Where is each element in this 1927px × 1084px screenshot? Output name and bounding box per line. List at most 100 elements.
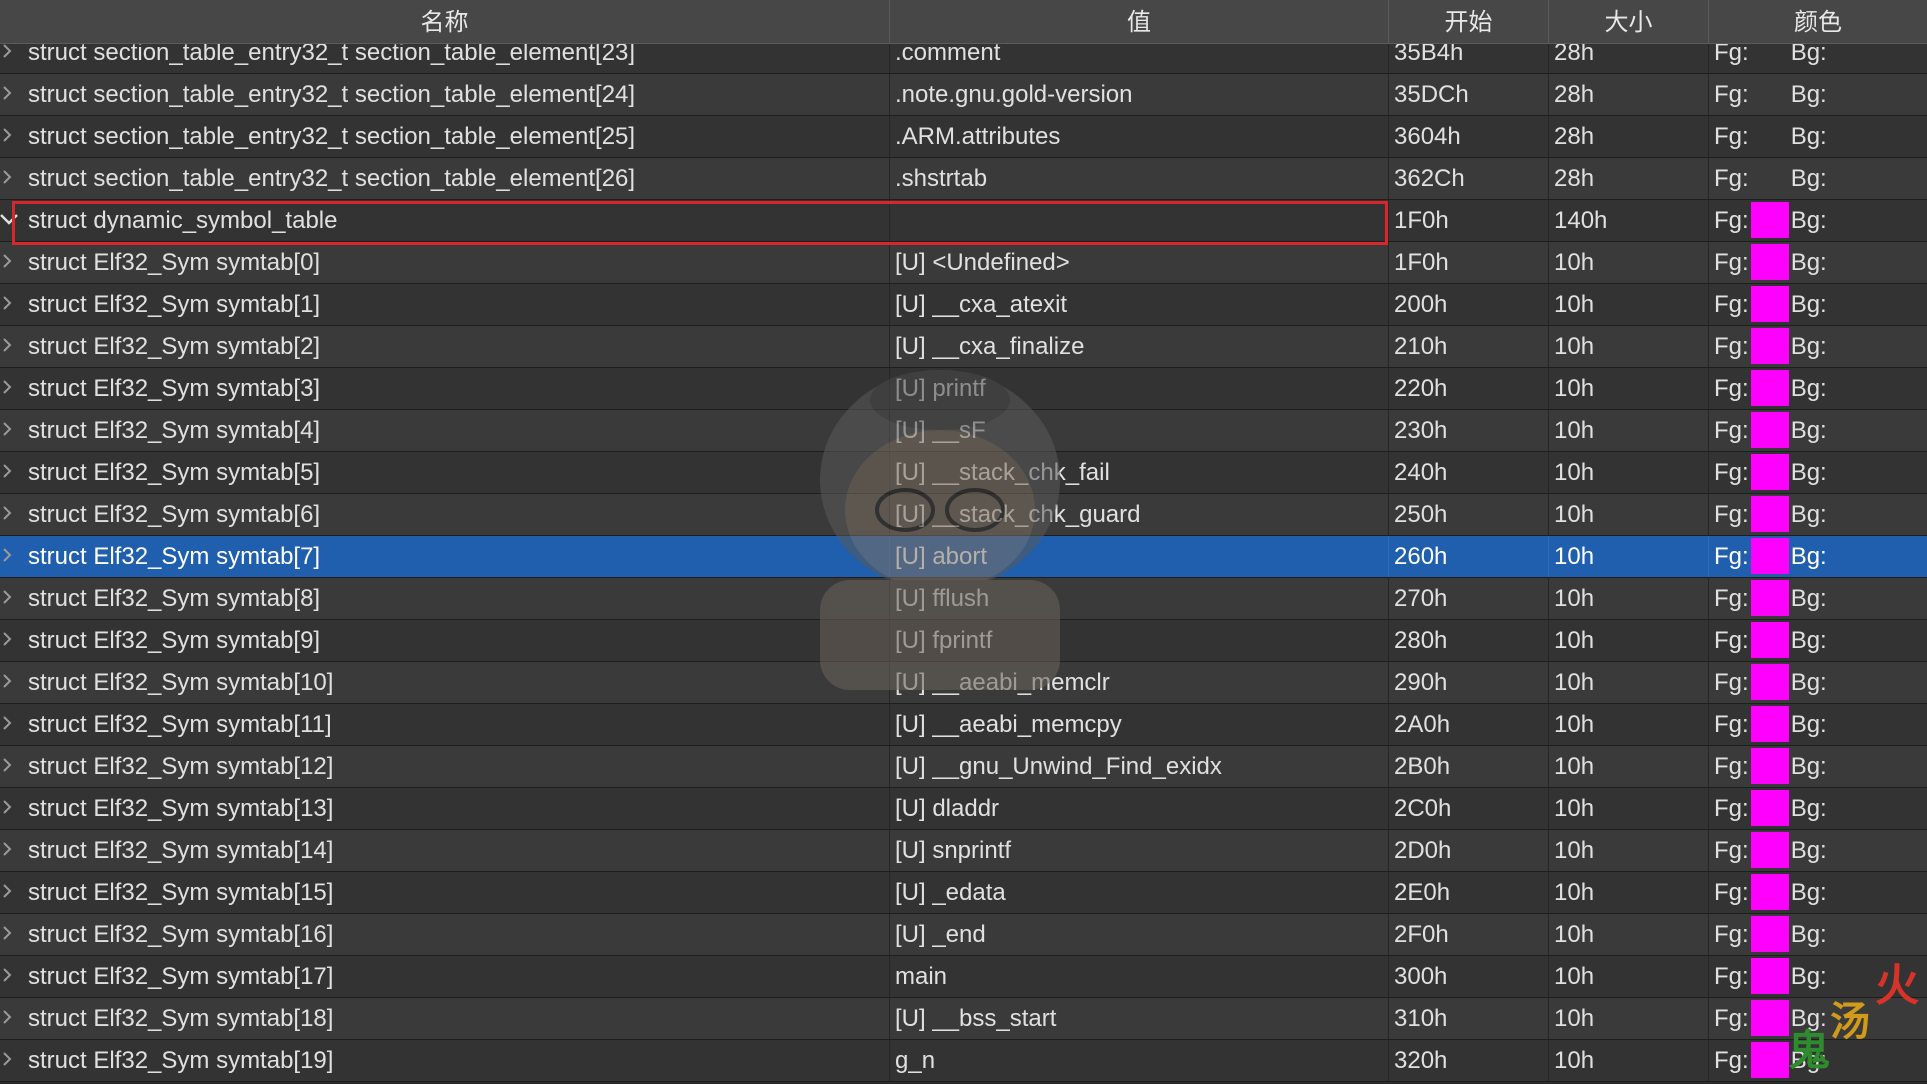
chevron-right-icon[interactable]	[0, 547, 14, 562]
fg-color-swatch[interactable]	[1750, 663, 1789, 700]
start-cell[interactable]: 200h	[1389, 284, 1549, 325]
start-cell[interactable]: 2C0h	[1389, 788, 1549, 829]
value-cell[interactable]	[890, 200, 1389, 241]
size-cell[interactable]: 28h	[1549, 74, 1709, 115]
column-header-color[interactable]: 颜色	[1709, 0, 1927, 44]
color-cell[interactable]: Fg: Bg:	[1709, 956, 1927, 997]
name-cell[interactable]: struct Elf32_Sym symtab[17]	[0, 956, 890, 997]
color-cell[interactable]: Fg: Bg:	[1709, 44, 1927, 73]
fg-color-swatch[interactable]	[1750, 411, 1789, 448]
color-cell[interactable]: Fg: Bg:	[1709, 662, 1927, 703]
fg-color-swatch[interactable]	[1750, 705, 1789, 742]
color-cell[interactable]: Fg: Bg:	[1709, 242, 1927, 283]
fg-color-swatch[interactable]	[1750, 537, 1789, 574]
chevron-right-icon[interactable]	[0, 757, 14, 772]
start-cell[interactable]: 220h	[1389, 368, 1549, 409]
size-cell[interactable]: 10h	[1549, 326, 1709, 367]
start-cell[interactable]: 2A0h	[1389, 704, 1549, 745]
start-cell[interactable]: 260h	[1389, 536, 1549, 577]
color-cell[interactable]: Fg: Bg:	[1709, 746, 1927, 787]
name-cell[interactable]: struct Elf32_Sym symtab[11]	[0, 704, 890, 745]
chevron-right-icon[interactable]	[0, 44, 14, 58]
size-cell[interactable]: 10h	[1549, 956, 1709, 997]
table-row[interactable]: struct Elf32_Sym symtab[12] [U] __gnu_Unw…	[0, 746, 1927, 788]
table-row[interactable]: struct Elf32_Sym symtab[4] [U] __sF 230h 10…	[0, 410, 1927, 452]
size-cell[interactable]: 28h	[1549, 116, 1709, 157]
fg-color-swatch[interactable]	[1750, 495, 1789, 532]
fg-color-swatch[interactable]	[1750, 243, 1789, 280]
start-cell[interactable]: 290h	[1389, 662, 1549, 703]
start-cell[interactable]: 3604h	[1389, 116, 1549, 157]
size-cell[interactable]: 10h	[1549, 578, 1709, 619]
value-cell[interactable]: [U] fprintf	[890, 620, 1389, 661]
color-cell[interactable]: Fg: Bg:	[1709, 452, 1927, 493]
name-cell[interactable]: struct Elf32_Sym symtab[13]	[0, 788, 890, 829]
name-cell[interactable]: struct Elf32_Sym symtab[12]	[0, 746, 890, 787]
size-cell[interactable]: 28h	[1549, 158, 1709, 199]
start-cell[interactable]: 2D0h	[1389, 830, 1549, 871]
value-cell[interactable]: g_n	[890, 1040, 1389, 1081]
size-cell[interactable]: 10h	[1549, 830, 1709, 871]
size-cell[interactable]: 10h	[1549, 536, 1709, 577]
color-cell[interactable]: Fg: Bg:	[1709, 494, 1927, 535]
chevron-right-icon[interactable]	[0, 421, 14, 436]
color-cell[interactable]: Fg: Bg:	[1709, 536, 1927, 577]
start-cell[interactable]: 2F0h	[1389, 914, 1549, 955]
fg-color-swatch[interactable]	[1750, 579, 1789, 616]
start-cell[interactable]: 2B0h	[1389, 746, 1549, 787]
fg-color-swatch[interactable]	[1750, 831, 1789, 868]
start-cell[interactable]: 280h	[1389, 620, 1549, 661]
name-cell[interactable]: struct Elf32_Sym symtab[19]	[0, 1040, 890, 1081]
color-cell[interactable]: Fg: Bg:	[1709, 410, 1927, 451]
value-cell[interactable]: [U] dladdr	[890, 788, 1389, 829]
value-cell[interactable]: .shstrtab	[890, 158, 1389, 199]
chevron-right-icon[interactable]	[0, 295, 14, 310]
value-cell[interactable]: main	[890, 956, 1389, 997]
fg-color-swatch[interactable]	[1750, 747, 1789, 784]
table-row[interactable]: struct section_table_entry32_t section_t…	[0, 74, 1927, 116]
value-cell[interactable]: [U] __sF	[890, 410, 1389, 451]
value-cell[interactable]: [U] <Undefined>	[890, 242, 1389, 283]
table-row[interactable]: struct Elf32_Sym symtab[5] [U] __stack_ch…	[0, 452, 1927, 494]
start-cell[interactable]: 1F0h	[1389, 242, 1549, 283]
size-cell[interactable]: 10h	[1549, 788, 1709, 829]
table-row[interactable]: struct Elf32_Sym symtab[7] [U] abort 260h 1…	[0, 536, 1927, 578]
value-cell[interactable]: [U] printf	[890, 368, 1389, 409]
value-cell[interactable]: [U] abort	[890, 536, 1389, 577]
size-cell[interactable]: 10h	[1549, 746, 1709, 787]
chevron-right-icon[interactable]	[0, 799, 14, 814]
chevron-down-icon[interactable]	[0, 212, 18, 226]
name-cell[interactable]: struct Elf32_Sym symtab[3]	[0, 368, 890, 409]
chevron-right-icon[interactable]	[0, 379, 14, 394]
name-cell[interactable]: struct Elf32_Sym symtab[10]	[0, 662, 890, 703]
table-row[interactable]: struct section_table_entry32_t section_t…	[0, 116, 1927, 158]
start-cell[interactable]: 250h	[1389, 494, 1549, 535]
value-cell[interactable]: [U] __gnu_Unwind_Find_exidx	[890, 746, 1389, 787]
name-cell[interactable]: struct dynamic_symbol_table	[0, 200, 890, 241]
value-cell[interactable]: [U] __cxa_atexit	[890, 284, 1389, 325]
color-cell[interactable]: Fg: Bg:	[1709, 74, 1927, 115]
table-row[interactable]: struct Elf32_Sym symtab[9] [U] fprintf 280…	[0, 620, 1927, 662]
value-cell[interactable]: .note.gnu.gold-version	[890, 74, 1389, 115]
column-header-name[interactable]: 名称	[0, 0, 890, 44]
chevron-right-icon[interactable]	[0, 253, 14, 268]
table-row[interactable]: struct Elf32_Sym symtab[8] [U] fflush 270h…	[0, 578, 1927, 620]
fg-color-swatch[interactable]	[1750, 999, 1789, 1036]
size-cell[interactable]: 10h	[1549, 914, 1709, 955]
name-cell[interactable]: struct section_table_entry32_t section_t…	[0, 74, 890, 115]
fg-color-swatch[interactable]	[1750, 957, 1789, 994]
start-cell[interactable]: 35DCh	[1389, 74, 1549, 115]
fg-color-swatch[interactable]	[1751, 162, 1789, 198]
value-cell[interactable]: [U] __stack_chk_fail	[890, 452, 1389, 493]
value-cell[interactable]: .comment	[890, 44, 1389, 73]
chevron-right-icon[interactable]	[0, 463, 14, 478]
value-cell[interactable]: [U] __aeabi_memcpy	[890, 704, 1389, 745]
name-cell[interactable]: struct Elf32_Sym symtab[5]	[0, 452, 890, 493]
start-cell[interactable]: 210h	[1389, 326, 1549, 367]
table-row[interactable]: struct Elf32_Sym symtab[3] [U] printf 220h…	[0, 368, 1927, 410]
size-cell[interactable]: 10h	[1549, 242, 1709, 283]
name-cell[interactable]: struct section_table_entry32_t section_t…	[0, 116, 890, 157]
value-cell[interactable]: [U] __aeabi_memclr	[890, 662, 1389, 703]
color-cell[interactable]: Fg: Bg:	[1709, 830, 1927, 871]
fg-color-swatch[interactable]	[1750, 369, 1789, 406]
